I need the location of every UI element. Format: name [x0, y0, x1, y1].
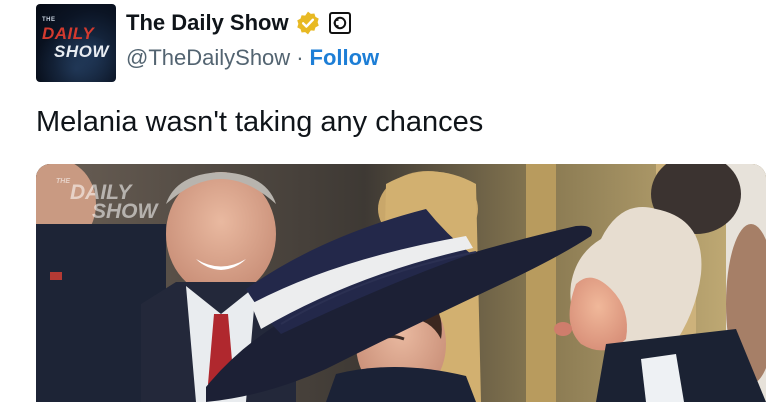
watermark-small: THE — [56, 178, 70, 185]
avatar[interactable]: THE DAILY SHOW — [36, 4, 116, 82]
avatar-logo-word-show: SHOW — [54, 42, 109, 61]
author-name-row: The Daily Show — [126, 9, 351, 37]
follow-button[interactable]: Follow — [310, 45, 380, 71]
handle-row: @TheDailyShow · Follow — [126, 45, 379, 71]
user-handle[interactable]: @TheDailyShow — [126, 45, 290, 71]
tweet-text: Melania wasn't taking any chances — [36, 106, 484, 138]
separator-dot: · — [296, 45, 304, 70]
comedy-central-icon — [328, 12, 351, 34]
avatar-logo-word-daily: DAILY — [42, 24, 95, 43]
verified-badge-icon — [296, 11, 319, 35]
avatar-small-text: THE — [42, 17, 56, 23]
watermark-line2: SHOW — [92, 200, 158, 223]
tweet-media-image[interactable]: THE DAILY SHOW — [36, 164, 766, 402]
display-name[interactable]: The Daily Show — [126, 10, 289, 36]
